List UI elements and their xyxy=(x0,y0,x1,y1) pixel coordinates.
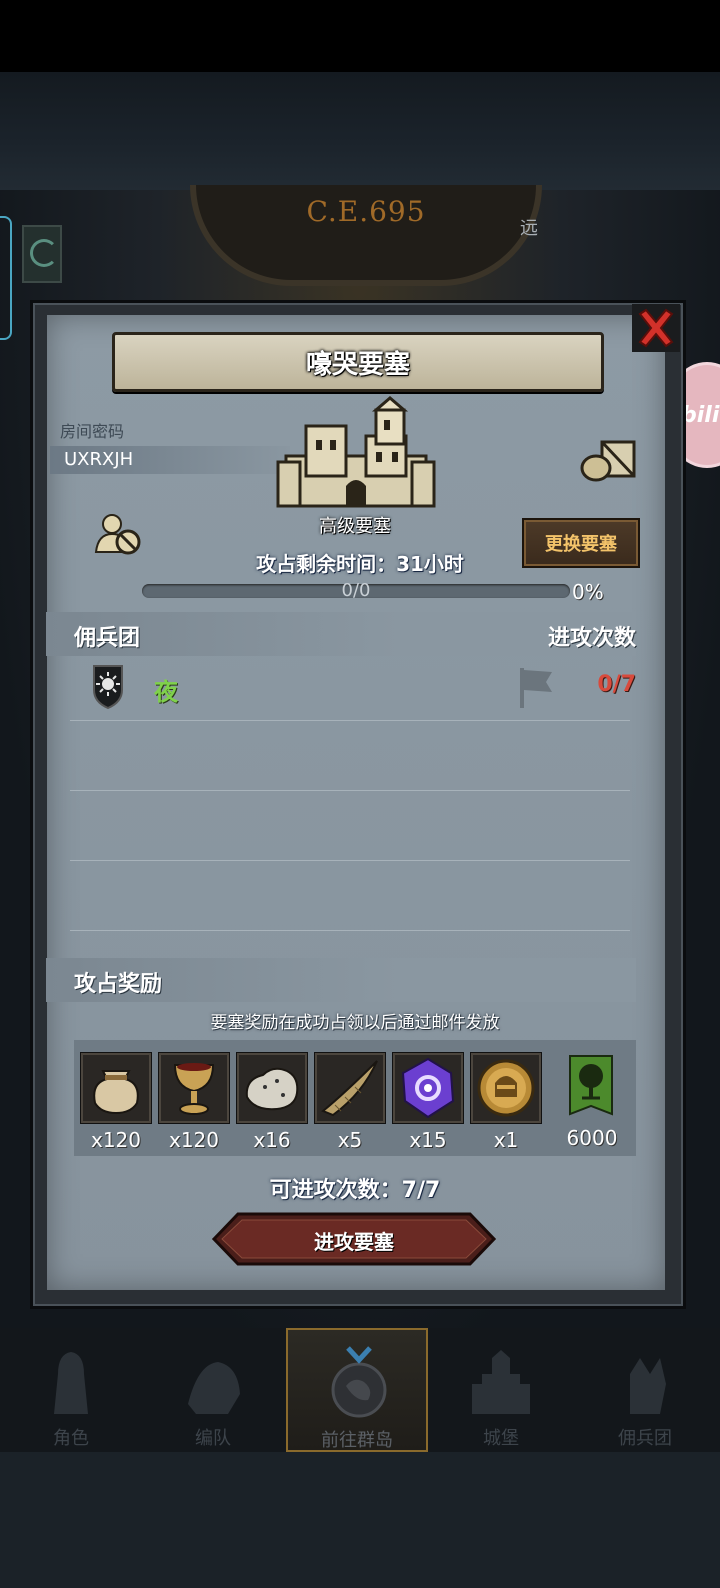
available-attacks: 可进攻次数：7/7 xyxy=(269,1178,441,1203)
row-divider xyxy=(70,790,630,791)
close-button[interactable] xyxy=(630,302,682,354)
reward-item[interactable]: x5 xyxy=(314,1052,386,1152)
reward-qty: x120 xyxy=(90,1128,141,1152)
reward-qty: x120 xyxy=(168,1128,219,1152)
room-password-value: UXRXJH xyxy=(64,449,134,470)
dialog-title-plaque: 嚎哭要塞 xyxy=(112,332,604,392)
room-password-field[interactable]: UXRXJH xyxy=(50,446,290,474)
reward-qty: x15 xyxy=(409,1128,447,1152)
reward-note: 要塞奖励在成功占领以后通过邮件发放 xyxy=(210,1013,500,1033)
era-label: C.E.695 xyxy=(306,195,426,228)
nav-item-character[interactable]: 角色 xyxy=(0,1328,142,1452)
dialog-title: 嚎哭要塞 xyxy=(305,349,410,380)
era-dial: C.E.695 xyxy=(190,185,542,286)
sun-shield-icon xyxy=(93,665,123,710)
mercenary-attack-count: 0/7 xyxy=(597,672,636,697)
mercenary-header-bar: 佣兵团 进攻次数 xyxy=(46,612,636,656)
map-rune-icon xyxy=(22,225,62,283)
nav-label: 编队 xyxy=(195,1428,231,1449)
sack-icon xyxy=(93,1070,139,1115)
reward-item[interactable]: x16 xyxy=(236,1052,308,1152)
row-divider xyxy=(70,720,630,721)
castle-icon xyxy=(472,1350,530,1414)
ore-icon xyxy=(245,1067,299,1111)
reward-item[interactable]: x120 xyxy=(80,1052,152,1152)
bottom-nav: 角色 编队 前往群岛 城堡 佣兵团 xyxy=(0,1328,720,1452)
tree-banner-icon xyxy=(569,1055,613,1116)
globe-icon xyxy=(331,1346,387,1418)
mercenary-header: 佣兵团 xyxy=(74,626,141,651)
reward-item[interactable]: x1 xyxy=(470,1052,542,1152)
nav-label: 城堡 xyxy=(483,1428,519,1449)
fortress-grade: 高级要塞 xyxy=(319,516,391,537)
bottom-area xyxy=(0,1452,720,1588)
fortress-castle-icon xyxy=(276,396,436,508)
background-label: 远 xyxy=(520,218,538,239)
reward-header-bar: 攻占奖励 xyxy=(46,958,636,1002)
nav-item-castle[interactable]: 城堡 xyxy=(430,1328,572,1452)
reward-item[interactable]: x120 xyxy=(158,1052,230,1152)
horn-icon xyxy=(321,1060,378,1117)
close-icon xyxy=(632,304,680,352)
reward-qty: x5 xyxy=(337,1128,363,1152)
reward-qty: x16 xyxy=(253,1128,291,1152)
reward-qty: 6000 xyxy=(566,1126,618,1150)
attack-count-header: 进攻次数 xyxy=(547,626,636,651)
supply-crate-icon[interactable] xyxy=(578,436,638,484)
status-bar xyxy=(0,0,720,72)
nav-item-formation[interactable]: 编队 xyxy=(142,1328,284,1452)
goblet-icon xyxy=(173,1063,215,1115)
side-tab[interactable] xyxy=(0,216,12,340)
reward-qty: x1 xyxy=(493,1128,519,1152)
mercenary-row[interactable]: 夜 0/7 xyxy=(46,656,636,720)
nav-label: 佣兵团 xyxy=(618,1428,672,1449)
row-divider xyxy=(70,860,630,861)
time-remaining: 攻占剩余时间：31小时 xyxy=(256,552,464,576)
nav-label: 前往群岛 xyxy=(321,1430,393,1451)
purple-crystal-icon xyxy=(401,1057,455,1119)
nav-label: 角色 xyxy=(53,1428,89,1449)
knight-icon xyxy=(54,1352,88,1414)
mercenary-name: 夜 xyxy=(154,678,178,706)
reward-item[interactable]: 6000 xyxy=(556,1052,628,1150)
row-divider xyxy=(70,930,630,931)
nav-item-islands[interactable]: 前往群岛 xyxy=(286,1328,428,1452)
bili-label: bili xyxy=(681,403,720,428)
capture-progress-percent: 0% xyxy=(572,580,604,604)
attack-fortress-button[interactable]: 进攻要塞 xyxy=(212,1212,496,1266)
reward-header: 攻占奖励 xyxy=(74,972,163,997)
flag-icon xyxy=(520,668,552,708)
capture-progress-text: 0/0 xyxy=(341,580,371,601)
mercenary-icon xyxy=(630,1358,666,1414)
top-dim-band xyxy=(0,72,720,190)
helmet-medal-icon xyxy=(477,1059,535,1117)
nav-item-mercenary[interactable]: 佣兵团 xyxy=(574,1328,716,1452)
room-password-label: 房间密码 xyxy=(60,422,125,441)
attack-fortress-label: 进攻要塞 xyxy=(314,1230,394,1254)
reward-item[interactable]: x15 xyxy=(392,1052,464,1152)
formation-icon xyxy=(188,1362,240,1414)
